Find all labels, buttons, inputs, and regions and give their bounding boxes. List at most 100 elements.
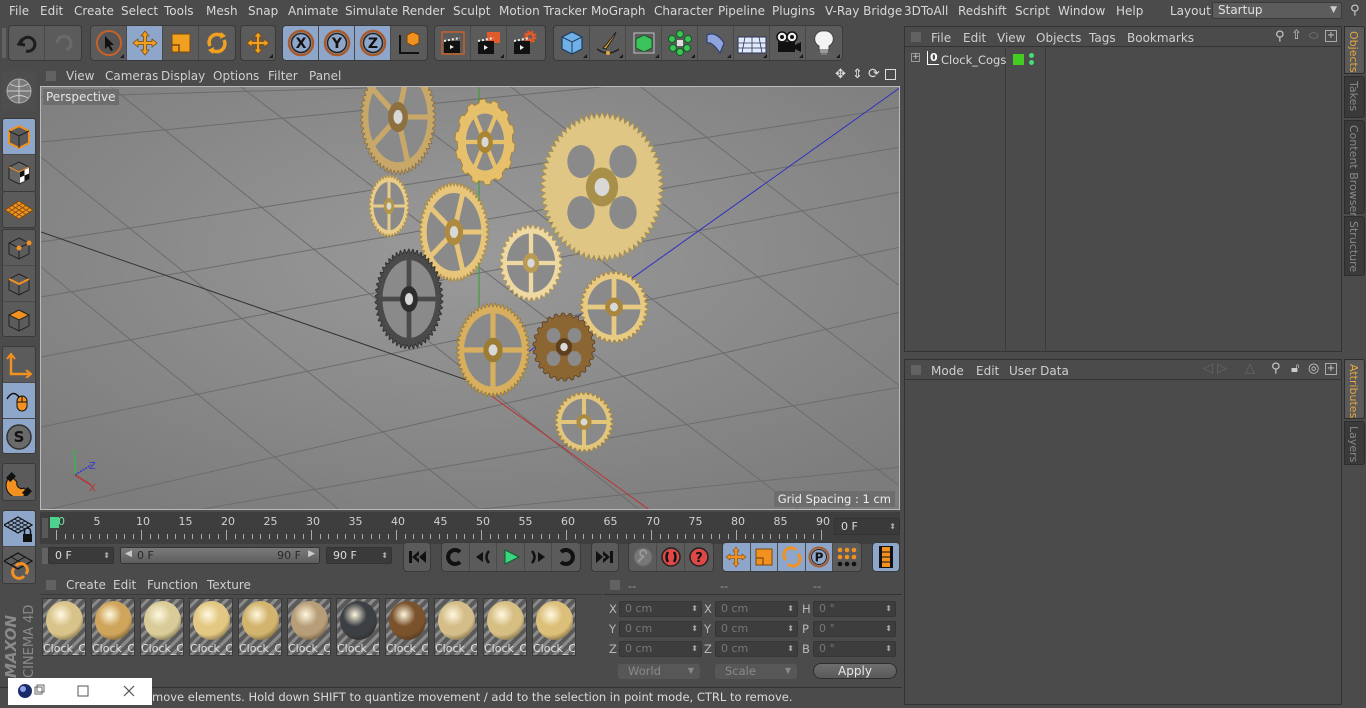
menu-script[interactable]: Script [1015, 4, 1050, 18]
coordinate-system-button[interactable] [391, 26, 427, 60]
menu-file[interactable]: File [9, 4, 29, 18]
coordinate-space-dropdown[interactable]: World ▼ [618, 664, 700, 679]
render-settings-button[interactable] [507, 26, 543, 60]
object-menu-bookmarks[interactable]: Bookmarks [1127, 31, 1194, 45]
coordinates-grip[interactable] [610, 580, 620, 590]
step-back-button[interactable] [470, 543, 498, 571]
lock-icon[interactable]: 🔓︎ [1291, 361, 1299, 376]
material-menu-function[interactable]: Function [147, 578, 198, 592]
record-position-button[interactable] [723, 543, 751, 571]
model-mode-button[interactable] [3, 119, 35, 155]
material-swatch[interactable]: Clock_C [140, 598, 184, 656]
attributes-menu-edit[interactable]: Edit [976, 364, 999, 378]
material-menu-texture[interactable]: Texture [207, 578, 251, 592]
object-name[interactable]: Clock_Cogs [941, 53, 1006, 67]
menu-simulate[interactable]: Simulate [345, 4, 398, 18]
material-swatch[interactable]: Clock_C [42, 598, 86, 656]
spinner-icon[interactable]: ⬍ [885, 642, 892, 656]
next-keyframe-button[interactable] [552, 543, 580, 571]
render-view-button[interactable] [435, 26, 471, 60]
light-button[interactable] [806, 26, 842, 60]
new-view-icon[interactable]: + [1325, 363, 1337, 375]
close-icon[interactable] [123, 685, 135, 697]
spinner-icon[interactable]: ⬍ [691, 602, 698, 616]
menu-help[interactable]: Help [1116, 4, 1143, 18]
workplane-align-button[interactable] [3, 547, 35, 583]
material-menu-create[interactable]: Create [66, 578, 106, 592]
coord-value-field[interactable]: 0 cm ⬍ [619, 621, 702, 637]
coord-value-field[interactable]: 0 cm ⬍ [715, 601, 798, 617]
spinner-icon[interactable]: ⬍ [691, 642, 698, 656]
attributes-menu-user-data[interactable]: User Data [1009, 364, 1069, 378]
menu-redshift[interactable]: Redshift [958, 4, 1007, 18]
new-view-icon[interactable]: + [1325, 30, 1337, 42]
menu-animate[interactable]: Animate [288, 4, 338, 18]
menu-pipeline[interactable]: Pipeline [718, 4, 765, 18]
coord-value-field[interactable]: 0 cm ⬍ [619, 601, 702, 617]
spinner-icon[interactable]: ⬍ [885, 622, 892, 636]
timeline-button[interactable] [873, 543, 899, 571]
record-rotation-button[interactable] [778, 543, 806, 571]
current-frame-field[interactable]: 0 F ⬍ [834, 518, 900, 535]
undo-button[interactable] [9, 26, 45, 60]
cinema4d-app-icon[interactable] [18, 684, 32, 698]
menu-tools[interactable]: Tools [164, 4, 194, 18]
menu-mograph[interactable]: MoGraph [591, 4, 646, 18]
render-visibility-dot-icon[interactable] [1029, 60, 1034, 65]
material-swatch[interactable]: Clock_C [336, 598, 380, 656]
go-to-end-button[interactable] [592, 543, 618, 571]
spinner-icon[interactable]: ⬍ [103, 548, 110, 563]
toolbar-grip[interactable] [2, 28, 6, 58]
viewport-menu-filter[interactable]: Filter [268, 69, 298, 83]
bend-deformer-button[interactable] [698, 26, 734, 60]
record-scale-button[interactable] [750, 543, 779, 571]
back-arrow-icon[interactable]: ◁ [1203, 361, 1213, 376]
camera-label[interactable]: Perspective [43, 89, 119, 105]
gear[interactable] [554, 391, 614, 453]
polygons-mode-button[interactable] [3, 302, 35, 336]
viewport-menu-options[interactable]: Options [213, 69, 259, 83]
edges-mode-button[interactable] [3, 266, 35, 302]
make-editable-button[interactable] [2, 71, 34, 111]
side-tab-content-browser[interactable]: Content Browser [1344, 120, 1365, 217]
coord-value-field[interactable]: 0 ° ⬍ [813, 601, 896, 617]
menu-mesh[interactable]: Mesh [206, 4, 238, 18]
coord-value-field[interactable]: 0 ° ⬍ [813, 621, 896, 637]
snapping-button[interactable] [3, 464, 35, 500]
range-left-arrow-icon[interactable]: ◀ [125, 549, 132, 559]
coord-value-field[interactable]: 0 cm ⬍ [715, 621, 798, 637]
material-swatch[interactable]: Clock_C [189, 598, 233, 656]
step-forward-button[interactable] [525, 543, 553, 571]
object-visibility-layer-swatch[interactable] [1013, 54, 1024, 65]
object-menu-tags[interactable]: Tags [1089, 31, 1116, 45]
editor-visibility-dot-icon[interactable] [1029, 53, 1034, 58]
search-icon[interactable]: ⚲ [1350, 3, 1360, 18]
side-tab-structure[interactable]: Structure [1344, 216, 1365, 276]
camera-button[interactable] [770, 26, 806, 60]
material-grip[interactable] [46, 580, 56, 590]
motion-record-button[interactable] [629, 543, 657, 571]
zoom-icon[interactable]: ⇕ [852, 67, 863, 82]
menu-edit[interactable]: Edit [40, 4, 63, 18]
point-level-animation-button[interactable] [833, 543, 861, 571]
spinner-icon[interactable]: ⬍ [787, 602, 794, 616]
material-swatch[interactable]: Clock_C [238, 598, 282, 656]
pan-icon[interactable]: ✥ [835, 67, 846, 82]
range-right-arrow-icon[interactable]: ▶ [308, 549, 315, 559]
side-tab-takes[interactable]: Takes [1344, 76, 1365, 118]
tweak-mode-button[interactable] [3, 383, 35, 419]
end-frame-field[interactable]: 90 F ⬍ [326, 547, 392, 564]
attributes-grip[interactable] [911, 365, 921, 375]
up-arrow-icon[interactable]: △ [1245, 361, 1255, 376]
side-tab-layers[interactable]: Layers [1344, 421, 1365, 465]
eye-icon[interactable]: ⬭ [1309, 29, 1318, 43]
cloner-button[interactable] [662, 26, 698, 60]
preview-range-slider[interactable]: ◀ 0 F 90 F ▶ [120, 547, 320, 564]
pen-spline-button[interactable] [590, 26, 626, 60]
material-swatch[interactable]: Clock_C [483, 598, 527, 656]
forward-arrow-icon[interactable]: ▷ [1217, 361, 1227, 376]
subdivision-surface-button[interactable] [626, 26, 662, 60]
maximize-view-icon[interactable] [885, 69, 896, 80]
viewport-menu-panel[interactable]: Panel [309, 69, 341, 83]
spinner-icon[interactable]: ⬍ [787, 642, 794, 656]
